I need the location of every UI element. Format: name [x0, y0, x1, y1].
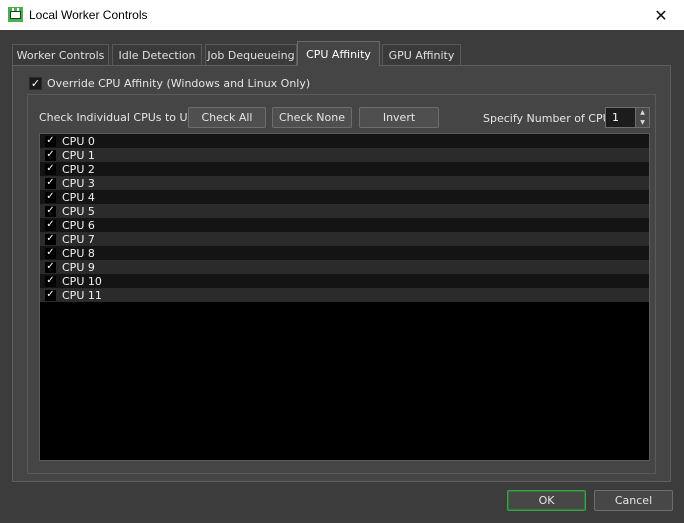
list-item[interactable]: ✓ CPU 6 — [40, 218, 649, 232]
cpu-affinity-panel: ✓ Override CPU Affinity (Windows and Lin… — [12, 65, 671, 482]
check-icon[interactable]: ✓ — [45, 163, 56, 175]
cpu-label: CPU 9 — [62, 260, 95, 274]
close-icon[interactable]: ✕ — [638, 0, 684, 30]
window-title: Local Worker Controls — [29, 8, 148, 22]
check-icon[interactable]: ✓ — [45, 135, 56, 147]
override-checkbox[interactable]: ✓ — [29, 77, 42, 90]
app-icon — [8, 7, 23, 22]
cpu-label: CPU 8 — [62, 246, 95, 260]
check-individual-label: Check Individual CPUs to Use — [39, 111, 201, 124]
list-item[interactable]: ✓ CPU 5 — [40, 204, 649, 218]
chevron-up-icon[interactable]: ▲ — [636, 108, 649, 118]
check-icon[interactable]: ✓ — [45, 247, 56, 259]
tab-gpu-affinity[interactable]: GPU Affinity — [382, 44, 461, 66]
check-icon[interactable]: ✓ — [45, 289, 56, 301]
list-item[interactable]: ✓ CPU 1 — [40, 148, 649, 162]
check-icon[interactable]: ✓ — [45, 219, 56, 231]
cpu-count-spinbox[interactable]: 1 ▲ ▼ — [605, 107, 650, 128]
cpu-label: CPU 2 — [62, 162, 95, 176]
cpu-label: CPU 11 — [62, 288, 102, 302]
title-bar: Local Worker Controls ✕ — [0, 0, 684, 30]
cpu-selection-group: Check Individual CPUs to Use Check All C… — [27, 94, 656, 474]
list-item[interactable]: ✓ CPU 11 — [40, 288, 649, 302]
invert-button[interactable]: Invert — [359, 107, 439, 128]
cancel-button[interactable]: Cancel — [594, 490, 673, 511]
cpu-label: CPU 7 — [62, 232, 95, 246]
cpu-label: CPU 4 — [62, 190, 95, 204]
check-icon[interactable]: ✓ — [45, 261, 56, 273]
tab-worker-controls[interactable]: Worker Controls — [12, 44, 109, 66]
check-icon[interactable]: ✓ — [45, 191, 56, 203]
list-item[interactable]: ✓ CPU 2 — [40, 162, 649, 176]
cpu-label: CPU 10 — [62, 274, 102, 288]
check-icon[interactable]: ✓ — [45, 149, 56, 161]
tab-idle-detection[interactable]: Idle Detection — [112, 44, 202, 66]
tab-job-dequeueing[interactable]: Job Dequeueing — [205, 44, 297, 66]
list-item[interactable]: ✓ CPU 0 — [40, 134, 649, 148]
ok-button[interactable]: OK — [507, 490, 586, 511]
list-item[interactable]: ✓ CPU 10 — [40, 274, 649, 288]
cpu-label: CPU 3 — [62, 176, 95, 190]
chevron-down-icon[interactable]: ▼ — [636, 118, 649, 128]
list-item[interactable]: ✓ CPU 4 — [40, 190, 649, 204]
cpu-label: CPU 1 — [62, 148, 95, 162]
cpu-label: CPU 6 — [62, 218, 95, 232]
check-icon[interactable]: ✓ — [45, 177, 56, 189]
spinbox-arrows: ▲ ▼ — [635, 108, 649, 127]
specify-cpus-label: Specify Number of CPUs — [483, 112, 617, 125]
check-icon[interactable]: ✓ — [45, 275, 56, 287]
override-label: Override CPU Affinity (Windows and Linux… — [47, 77, 311, 90]
cpu-count-value: 1 — [612, 111, 619, 124]
cpu-label: CPU 0 — [62, 134, 95, 148]
list-item[interactable]: ✓ CPU 3 — [40, 176, 649, 190]
check-icon[interactable]: ✓ — [45, 233, 56, 245]
list-item[interactable]: ✓ CPU 7 — [40, 232, 649, 246]
check-icon[interactable]: ✓ — [45, 205, 56, 217]
check-none-button[interactable]: Check None — [272, 107, 352, 128]
cpu-list[interactable]: ✓ CPU 0 ✓ CPU 1 ✓ CPU 2 ✓ CPU 3 ✓ CPU 4 ✓ CPU … — [39, 133, 650, 461]
check-all-button[interactable]: Check All — [188, 107, 266, 128]
tab-cpu-affinity[interactable]: CPU Affinity — [297, 41, 380, 66]
override-cpu-affinity-row[interactable]: ✓ Override CPU Affinity (Windows and Lin… — [29, 77, 310, 90]
cpu-label: CPU 5 — [62, 204, 95, 218]
list-item[interactable]: ✓ CPU 9 — [40, 260, 649, 274]
list-item[interactable]: ✓ CPU 8 — [40, 246, 649, 260]
